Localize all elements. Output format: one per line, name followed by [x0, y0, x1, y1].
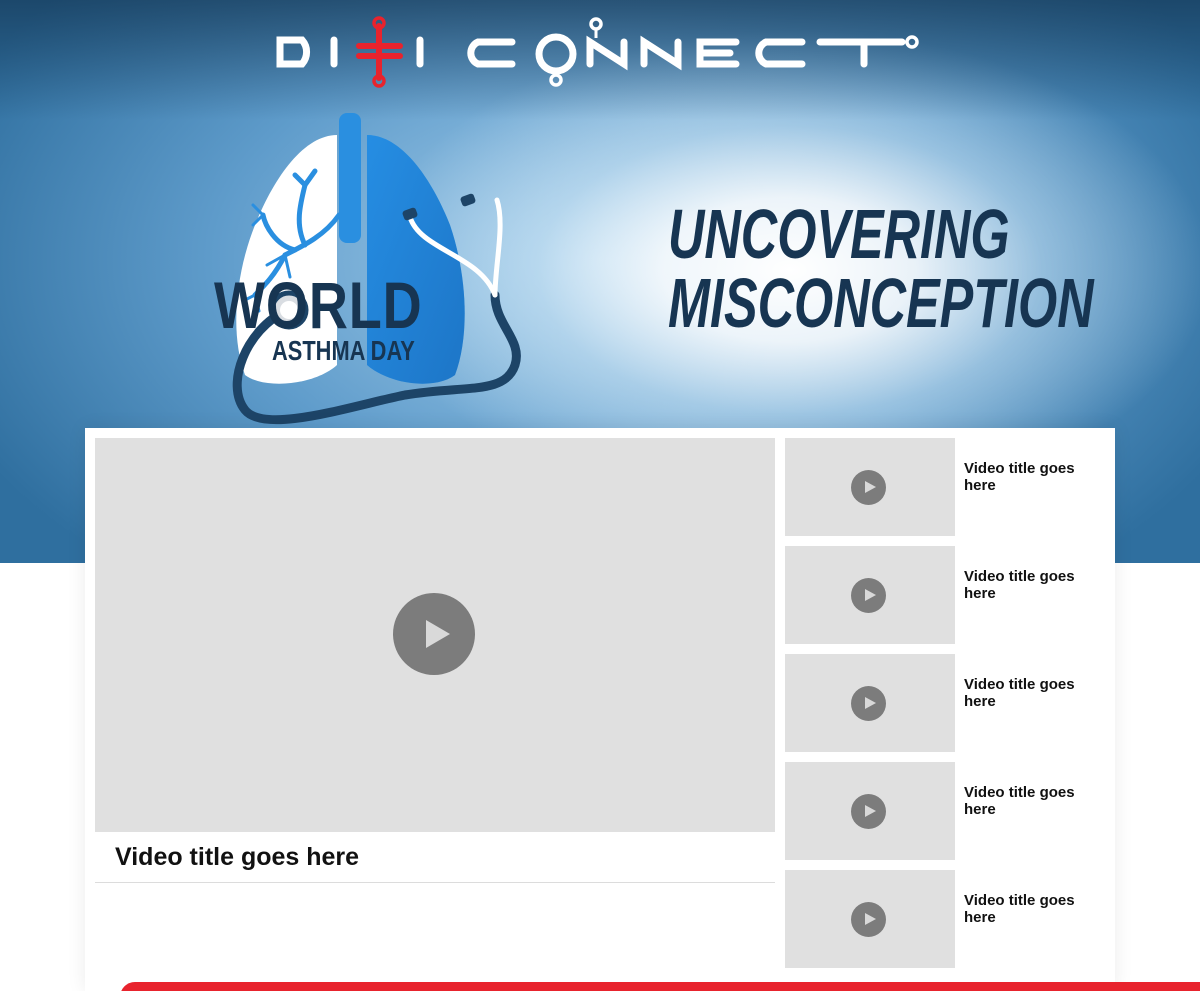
playlist-item-title[interactable]: Video title goes here — [964, 892, 1104, 927]
video-thumbnail[interactable] — [785, 654, 955, 752]
playlist-item[interactable]: Video title goes here — [785, 870, 1105, 968]
video-thumbnail[interactable] — [785, 870, 955, 968]
video-panel: Video title goes here Video title goes h… — [85, 428, 1115, 991]
playlist-item[interactable]: Video title goes here — [785, 438, 1105, 536]
main-video-title: Video title goes here — [115, 843, 360, 871]
play-icon[interactable] — [851, 578, 886, 613]
event-subtitle: ASTHMA DAY — [272, 335, 415, 366]
footer-accent-bar — [120, 982, 1200, 991]
main-video-player[interactable] — [95, 438, 775, 832]
play-icon[interactable] — [851, 686, 886, 721]
headline-line-2: MISCONCEPTION — [668, 263, 1094, 342]
video-playlist: Video title goes here Video title goes h… — [785, 438, 1105, 978]
play-icon[interactable] — [851, 794, 886, 829]
playlist-item[interactable]: Video title goes here — [785, 546, 1105, 644]
divider — [95, 882, 775, 883]
playlist-item-title[interactable]: Video title goes here — [964, 460, 1104, 495]
headline-line-1: UNCOVERING — [668, 195, 1010, 273]
event-title: WORLD — [214, 268, 423, 342]
hero-headline: UNCOVERING MISCONCEPTION — [612, 195, 1094, 342]
digi-connect-logo[interactable] — [272, 14, 932, 92]
video-thumbnail[interactable] — [785, 438, 955, 536]
play-icon[interactable] — [393, 593, 475, 675]
playlist-item-title[interactable]: Video title goes here — [964, 784, 1104, 819]
play-icon[interactable] — [851, 902, 886, 937]
playlist-item[interactable]: Video title goes here — [785, 654, 1105, 752]
video-thumbnail[interactable] — [785, 546, 955, 644]
page: WORLD ASTHMA DAY UNCOVERING MISCONCEPTIO… — [0, 0, 1200, 991]
playlist-item-title[interactable]: Video title goes here — [964, 568, 1104, 603]
playlist-item-title[interactable]: Video title goes here — [964, 676, 1104, 711]
video-thumbnail[interactable] — [785, 762, 955, 860]
playlist-item[interactable]: Video title goes here — [785, 762, 1105, 860]
play-icon[interactable] — [851, 470, 886, 505]
